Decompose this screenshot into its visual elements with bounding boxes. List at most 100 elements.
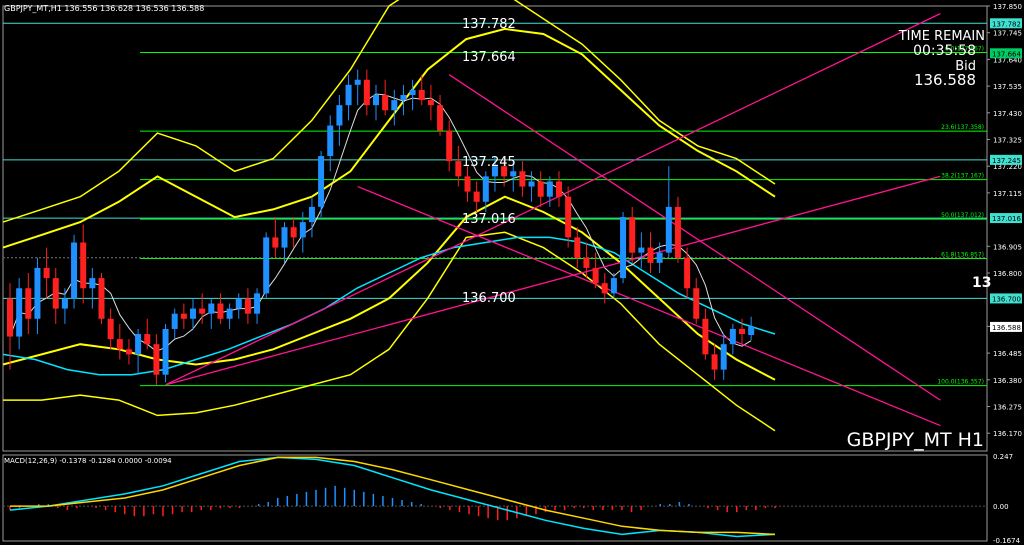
price-tag-label: 136.588	[992, 324, 1021, 332]
trading-chart[interactable]: 0.0(137.667)23.6(137.358)38.2(137.167)50…	[0, 0, 1024, 545]
candle	[263, 232, 270, 299]
candle-body	[437, 105, 444, 131]
candle-body	[226, 308, 233, 319]
candle-body	[16, 288, 23, 337]
candle-body	[135, 334, 142, 355]
candle	[620, 211, 627, 284]
level-label: 137.664	[462, 50, 516, 65]
candle-body	[318, 156, 325, 207]
candle-body	[583, 257, 590, 268]
level-label: 137.782	[462, 17, 516, 32]
level-label: 137.016	[462, 212, 516, 227]
candle-body	[400, 95, 407, 101]
candle-body	[674, 206, 681, 258]
candle-body	[345, 84, 352, 106]
y-tick-label: 136.170	[993, 430, 1022, 438]
level-label: 137.245	[462, 155, 516, 170]
y-tick-label: 137.325	[993, 137, 1022, 145]
y-tick-label: 136.905	[993, 243, 1022, 251]
candle-body	[528, 181, 535, 187]
candle-body	[729, 328, 736, 345]
candle-body	[510, 171, 517, 177]
candle-body	[299, 222, 306, 238]
candle-body	[208, 303, 215, 314]
candle-body	[473, 191, 480, 202]
y-tick-label: 137.430	[993, 110, 1022, 118]
candle-body	[153, 344, 160, 375]
fib-level-label: 23.6(137.358)	[941, 124, 984, 131]
candle-body	[556, 181, 562, 197]
candle-body	[482, 176, 489, 202]
candle-body	[144, 334, 151, 345]
candle-body	[107, 318, 114, 340]
candle-body	[98, 278, 105, 319]
candle-body	[446, 130, 453, 162]
candle-body	[519, 171, 526, 187]
candle-body	[290, 227, 297, 238]
candle-body	[739, 328, 745, 335]
candle-body	[391, 100, 398, 111]
candle-body	[373, 95, 379, 106]
candle-body	[656, 252, 663, 263]
candle-body	[610, 278, 617, 294]
candle-body	[244, 298, 251, 314]
fib-level-label: 38.2(137.167)	[941, 173, 984, 180]
candle-body	[565, 196, 572, 238]
y-tick-label: 137.745	[993, 30, 1022, 38]
price-tag-label: 137.664	[992, 50, 1021, 58]
y-tick-label: 136.275	[993, 404, 1022, 412]
macd-y-tick-label: -0.1674	[993, 537, 1021, 545]
candle-body	[180, 313, 187, 319]
y-tick-label: 136.485	[993, 350, 1022, 358]
candle-body	[43, 267, 50, 279]
candle	[98, 273, 105, 324]
y-tick-label: 137.115	[993, 190, 1022, 198]
candle-body	[711, 354, 718, 370]
candle-body	[546, 181, 553, 197]
candle-body	[254, 293, 261, 314]
candle-body	[409, 89, 416, 95]
candle-body	[427, 100, 434, 106]
candle-body	[235, 298, 242, 309]
candle-body	[116, 339, 123, 350]
candle-body	[52, 278, 59, 309]
bid-value: 136.588	[914, 71, 976, 89]
candle-body	[34, 267, 41, 319]
fib-level-label: 100.0(136.357)	[937, 379, 984, 386]
candle-body	[455, 161, 462, 177]
y-tick-label: 136.380	[993, 377, 1022, 385]
candle-body	[336, 105, 343, 126]
candle-body	[382, 95, 389, 111]
candle-body	[61, 298, 68, 309]
candle-body	[71, 242, 78, 299]
candle-body	[354, 79, 361, 85]
candle-body	[190, 308, 196, 319]
price-tag-label: 137.245	[992, 157, 1021, 165]
candle-body	[327, 125, 334, 157]
candle-body	[263, 237, 270, 294]
macd-y-tick-label: 0.00	[993, 503, 1009, 511]
candle-body	[693, 288, 700, 319]
price-tag-label: 137.016	[992, 215, 1021, 223]
candle-body	[629, 217, 636, 253]
clipped-overlay-text: 13	[972, 275, 991, 291]
candle-body	[464, 176, 471, 192]
candle-body	[25, 288, 32, 319]
candle-body	[638, 247, 645, 253]
candle-body	[363, 79, 370, 106]
header-symbol-line: GBPJPY_MT,H1 136.556 136.628 136.536 136…	[4, 4, 204, 13]
candle-body	[217, 303, 224, 319]
level-label: 136.700	[462, 291, 516, 306]
candle-body	[171, 313, 178, 329]
candle-body	[162, 328, 169, 375]
time-remain-value: 00:35:58	[913, 43, 976, 59]
symbol-watermark: GBPJPY_MT H1	[847, 429, 984, 451]
candle-body	[601, 283, 608, 294]
macd-title: MACD(12,26,9) -0.1378 -0.1284 0.0000 -0.…	[4, 457, 172, 465]
candle	[162, 323, 169, 383]
candle-body	[537, 181, 544, 197]
candle-body	[647, 247, 654, 263]
price-tag-label: 136.700	[992, 295, 1021, 303]
candle-body	[620, 217, 627, 279]
candle-body	[7, 298, 13, 337]
